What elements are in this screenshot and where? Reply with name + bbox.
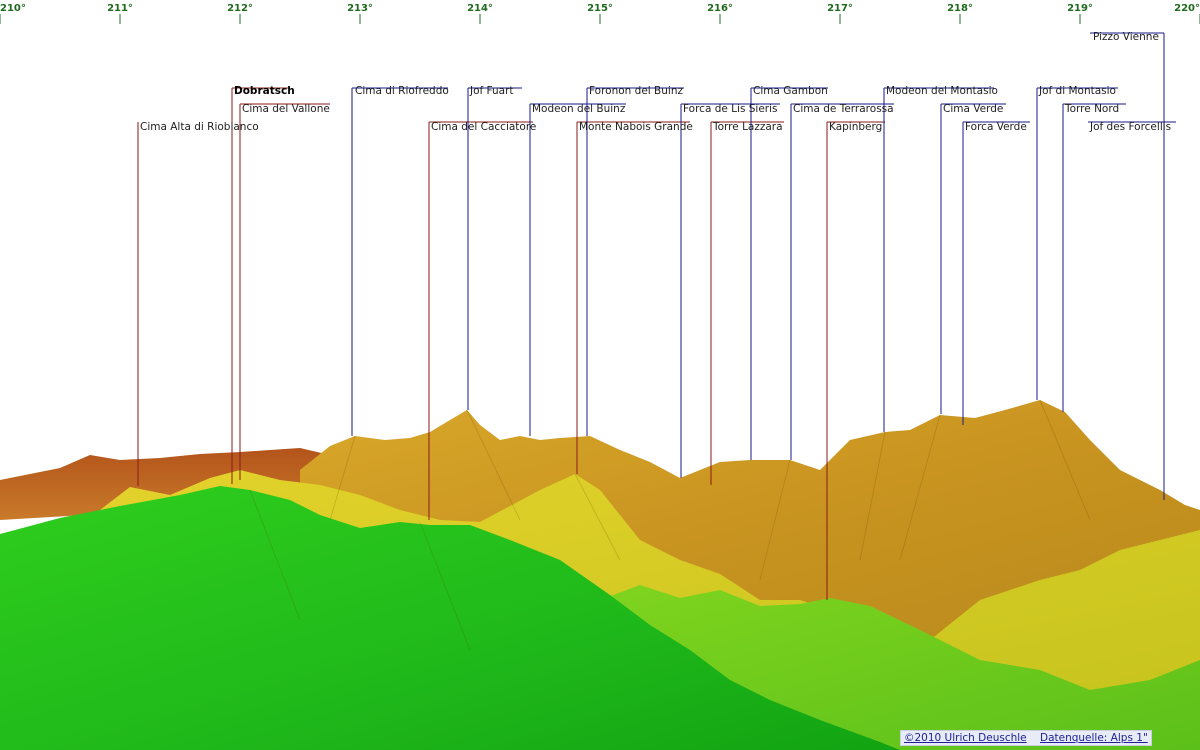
peak-label: Forca de Lis Sieris <box>683 103 778 115</box>
data-source-link[interactable]: Datenquelle: Alps 1" <box>1040 732 1148 744</box>
degree-label: 213° <box>347 3 373 14</box>
degree-scale: 210° 211° 212° 213° 214° 215° 216° 217° 218° 219°… <box>0 3 1200 24</box>
peak-label: Monte Nabois Grande <box>579 121 693 133</box>
peak-label: Cima de Terrarossa <box>793 103 894 115</box>
degree-label: 219° <box>1067 3 1093 14</box>
panorama-view: Cima Alta di Riobianco Dobratsch Cima del … <box>0 0 1200 750</box>
peak-label: Foronon del Buinz <box>589 85 683 97</box>
degree-label: 216° <box>707 3 733 14</box>
degree-label: 220° <box>1174 3 1200 14</box>
peak-label: Cima del Cacciatore <box>431 121 536 133</box>
degree-label: 218° <box>947 3 973 14</box>
peak-label: Cima Verde <box>943 103 1003 115</box>
peak-label: Modeon del Buinz <box>532 103 626 115</box>
degree-label: 211° <box>107 3 133 14</box>
terrain-layers <box>0 399 1200 750</box>
peak-label: Pizzo Vienne <box>1093 31 1159 43</box>
degree-label: 214° <box>467 3 493 14</box>
peak-label: Cima di Riofreddo <box>355 85 449 97</box>
peak-label: Jof Fuart <box>469 85 514 97</box>
peak-label: Kapinberg <box>829 121 882 133</box>
degree-label: 212° <box>227 3 253 14</box>
peak-label: Modeon del Montasio <box>886 85 998 97</box>
degree-label: 217° <box>827 3 853 14</box>
peak-label: Torre Lazzara <box>712 121 783 133</box>
degree-label: 215° <box>587 3 613 14</box>
peak-label: Forca Verde <box>965 121 1027 133</box>
credits-bar: ©2010 Ulrich Deuschle Datenquelle: Alps … <box>900 730 1152 746</box>
degree-label: 210° <box>0 3 26 14</box>
peak-label: Torre Nord <box>1064 103 1119 115</box>
peak-labels: Cima Alta di Riobianco Dobratsch Cima del … <box>140 31 1171 133</box>
peak-label: Jof di Montasio <box>1038 85 1116 97</box>
peak-label: Cima del Vallone <box>242 103 330 115</box>
peak-label: Cima Gambon <box>753 85 828 97</box>
panorama-canvas: Cima Alta di Riobianco Dobratsch Cima del … <box>0 3 1200 750</box>
author-link[interactable]: ©2010 Ulrich Deuschle <box>904 732 1027 744</box>
peak-label: Jof des Forcellis <box>1089 121 1171 133</box>
peak-label: Dobratsch <box>234 85 295 97</box>
peak-label: Cima Alta di Riobianco <box>140 121 259 133</box>
